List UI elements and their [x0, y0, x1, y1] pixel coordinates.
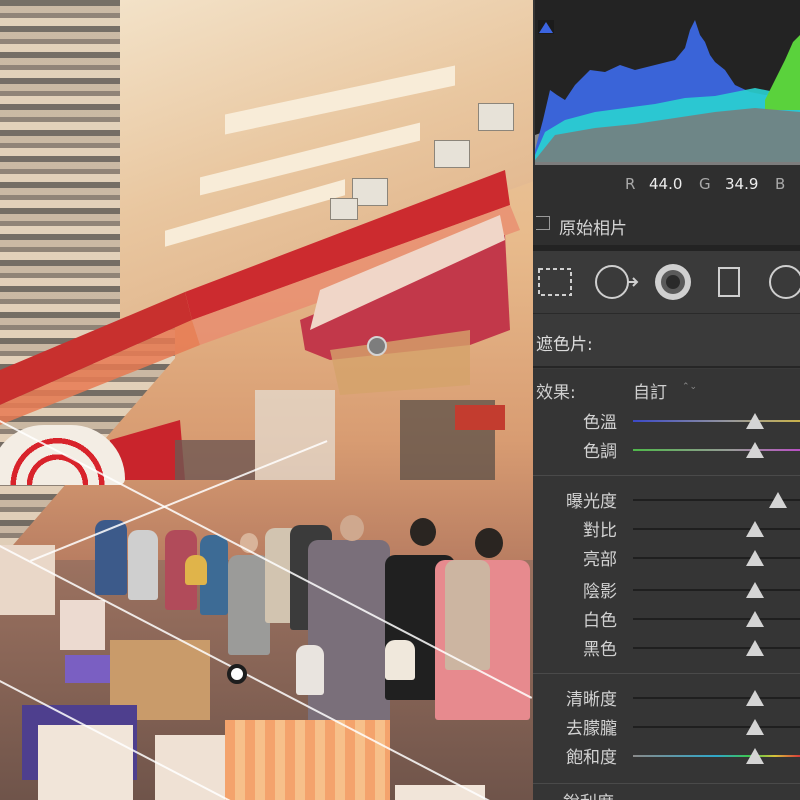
slider-shadows[interactable]: 陰影 — [533, 575, 800, 604]
pedestrian — [128, 530, 158, 600]
section-divider — [533, 673, 800, 674]
slider-exposure[interactable]: 曝光度 — [533, 485, 800, 514]
stall-box — [60, 600, 105, 650]
slider-thumb[interactable] — [745, 413, 764, 429]
slider-track[interactable] — [633, 726, 800, 728]
slider-highlights[interactable]: 亮部 — [533, 543, 800, 572]
section-divider — [533, 366, 800, 368]
slider-thumb[interactable] — [745, 690, 764, 706]
slider-saturation[interactable]: 飽和度 — [533, 741, 800, 770]
pedestrian-head — [340, 515, 364, 541]
plastic-bag — [296, 645, 324, 695]
dropdown-arrows-icon[interactable]: ⌃⌄ — [682, 383, 697, 392]
r-value: 44.0 — [649, 175, 683, 193]
slider-whites[interactable]: 白色 — [533, 604, 800, 633]
mask-header: 遮色片: — [533, 313, 800, 369]
slider-track[interactable] — [633, 589, 800, 591]
slider-thumb[interactable] — [745, 550, 764, 566]
shopping-bag — [385, 640, 415, 680]
original-photo-checkbox[interactable] — [536, 216, 550, 230]
slider-label: 亮部 — [583, 550, 617, 570]
slider-blacks[interactable]: 黑色 — [533, 633, 800, 662]
pedestrian-head — [410, 518, 436, 546]
slider-label: 對比 — [583, 521, 617, 541]
slider-thumb[interactable] — [769, 492, 788, 508]
effect-label: 效果: — [536, 383, 576, 403]
crate-purple — [65, 655, 110, 683]
slider-clarity[interactable]: 清晰度 — [533, 683, 800, 712]
g-label: G — [699, 175, 711, 193]
slider-label: 白色 — [583, 611, 617, 631]
pedestrian-head — [475, 528, 503, 558]
market-awnings — [0, 170, 520, 480]
stall-box — [0, 545, 55, 615]
slider-track[interactable] — [633, 697, 800, 699]
slider-track[interactable] — [633, 528, 800, 530]
slider-track[interactable] — [633, 420, 800, 422]
orange-box — [225, 720, 390, 800]
pedestrian — [308, 540, 390, 740]
r-label: R — [625, 175, 636, 193]
yellow-bag — [185, 555, 207, 585]
slider-label: 曝光度 — [566, 492, 617, 512]
pedestrian — [228, 555, 270, 655]
radial-mask-icon[interactable] — [653, 262, 693, 302]
slider-thumb[interactable] — [745, 640, 764, 656]
rectangle-icon[interactable] — [716, 265, 742, 299]
mask-pin-top[interactable] — [367, 336, 387, 356]
slider-track[interactable] — [633, 755, 800, 757]
slider-track[interactable] — [633, 618, 800, 620]
g-value: 34.9 — [725, 175, 759, 193]
slider-label: 色溫 — [583, 413, 617, 433]
photo-canvas[interactable] — [0, 0, 533, 800]
circle-arrow-icon[interactable] — [593, 263, 641, 301]
b-label: B — [775, 175, 786, 193]
slider-label: 飽和度 — [566, 748, 617, 768]
slider-thumb[interactable] — [745, 521, 764, 537]
rgb-readout: R 44.0 G 34.9 B — [533, 165, 800, 205]
slider-label: 清晰度 — [566, 690, 617, 710]
slider-thumb[interactable] — [745, 748, 764, 764]
adjustment-panel: R 44.0 G 34.9 B 原始相片 遮色片: 效果: 自訂 ⌃⌄ 色溫 色… — [533, 0, 800, 800]
slider-tint[interactable]: 色調 — [533, 435, 800, 464]
slider-track[interactable] — [633, 557, 800, 559]
original-photo-row[interactable]: 原始相片 — [533, 205, 800, 245]
slider-thumb[interactable] — [745, 719, 764, 735]
original-photo-label: 原始相片 — [559, 219, 627, 239]
slider-thumb[interactable] — [745, 611, 764, 627]
histogram-graph — [535, 20, 800, 165]
mask-tools-row — [533, 251, 800, 313]
marquee-icon[interactable] — [535, 265, 575, 299]
sharpness-label: 銳利度 — [563, 788, 614, 800]
slider-label: 黑色 — [583, 640, 617, 660]
histogram-green — [765, 35, 800, 110]
sharpness-row[interactable]: 銳利度 — [533, 783, 800, 800]
slider-label: 色調 — [583, 442, 617, 462]
slider-thumb[interactable] — [745, 442, 764, 458]
slider-track[interactable] — [633, 647, 800, 649]
circle-icon[interactable] — [766, 263, 800, 301]
effect-dropdown[interactable]: 自訂 — [633, 378, 667, 403]
slider-temp[interactable]: 色溫 — [533, 406, 800, 435]
tote-bag — [445, 560, 490, 670]
slider-thumb[interactable] — [745, 582, 764, 598]
shadow-clipping-triangle-icon[interactable] — [538, 20, 554, 34]
section-divider — [533, 475, 800, 476]
mask-label: 遮色片: — [536, 335, 593, 355]
slider-label: 陰影 — [583, 582, 617, 602]
histogram — [535, 0, 800, 165]
slider-track[interactable] — [633, 449, 800, 451]
slider-contrast[interactable]: 對比 — [533, 514, 800, 543]
slider-label: 去朦朧 — [566, 719, 617, 739]
mask-pin-center[interactable] — [227, 664, 247, 684]
foam-box — [38, 725, 133, 800]
slider-dehaze[interactable]: 去朦朧 — [533, 712, 800, 741]
